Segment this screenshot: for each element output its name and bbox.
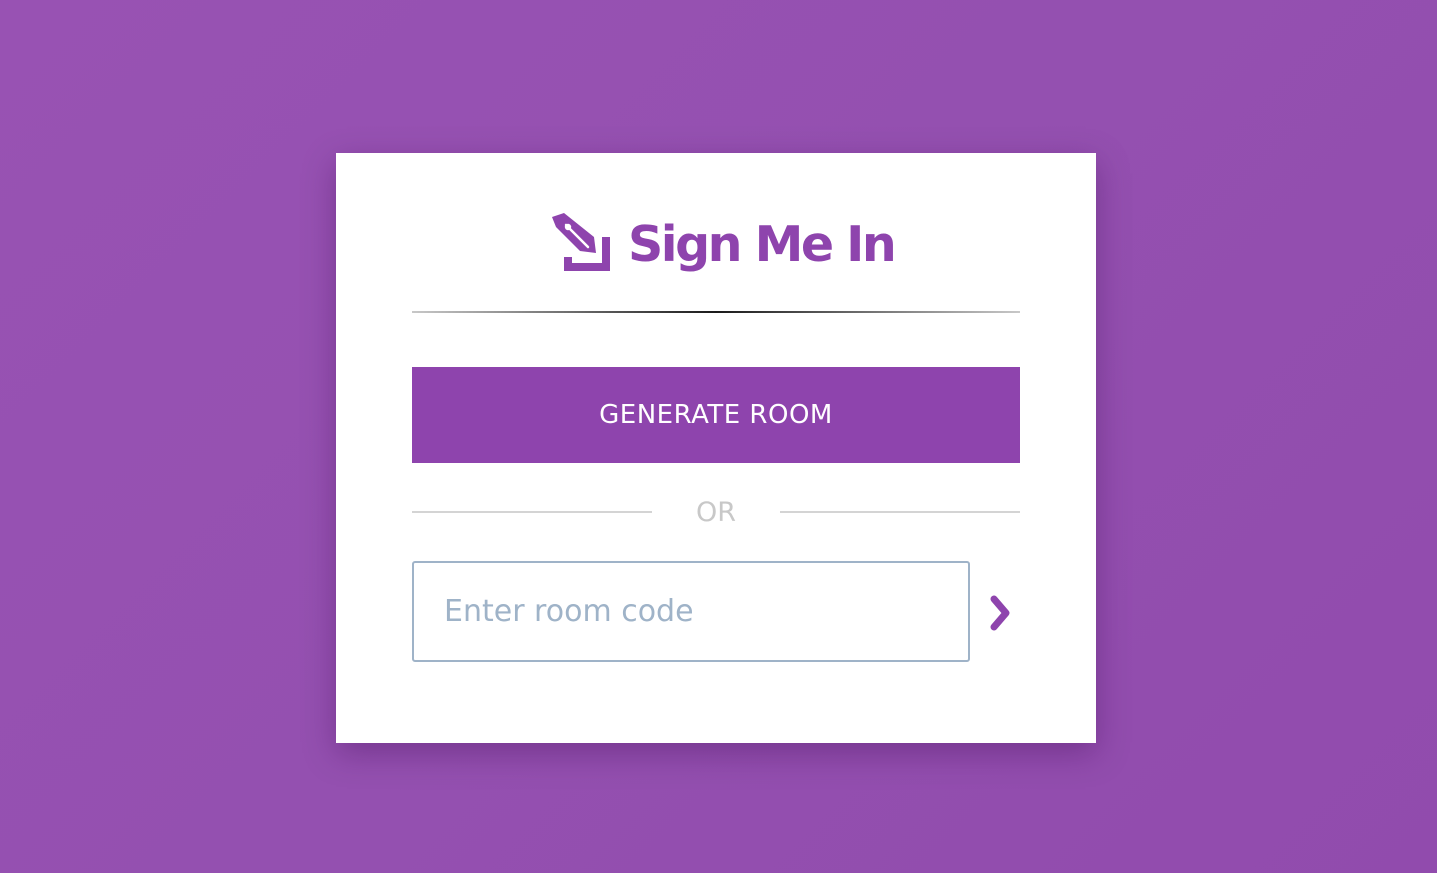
brand-name: Sign Me In: [628, 215, 897, 273]
chevron-right-icon: [990, 595, 1010, 631]
header-divider: [412, 311, 1020, 313]
separator-line-right: [780, 511, 1020, 513]
fountain-pen-nib-icon: [552, 213, 610, 271]
room-code-input[interactable]: [412, 561, 970, 662]
or-separator: OR: [412, 493, 1020, 533]
generate-room-button[interactable]: GENERATE ROOM: [412, 367, 1020, 463]
separator-label: OR: [695, 497, 736, 528]
submit-room-code-button[interactable]: [984, 591, 1028, 635]
brand-logo: Sign Me In: [548, 213, 897, 275]
separator-line-left: [412, 511, 652, 513]
sign-in-card: Sign Me In GENERATE ROOM OR: [336, 153, 1096, 743]
